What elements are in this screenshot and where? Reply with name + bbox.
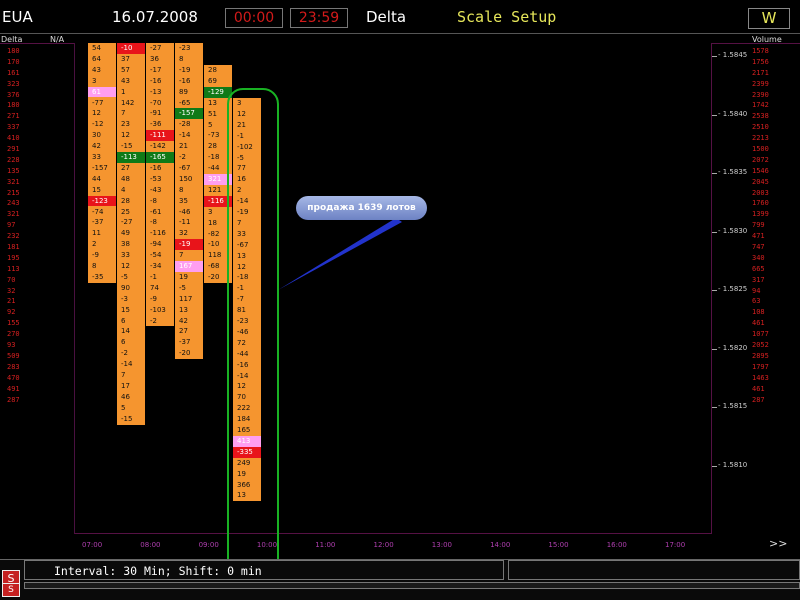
interval-box: Interval: 30 Min; Shift: 0 min <box>24 560 504 580</box>
horizontal-scrollbar[interactable] <box>24 582 800 589</box>
highlight-outline <box>227 88 279 588</box>
status-bar: S Interval: 30 Min; Shift: 0 min <box>0 559 800 600</box>
annotation-pointer <box>278 218 402 290</box>
s-icon-small[interactable]: S <box>2 583 20 597</box>
status-box-right <box>508 560 800 580</box>
annotation-arrow <box>278 218 402 290</box>
annotation-callout: продажа 1639 лотов <box>296 196 427 220</box>
interval-label: Interval: 30 Min; Shift: 0 min <box>54 564 262 578</box>
